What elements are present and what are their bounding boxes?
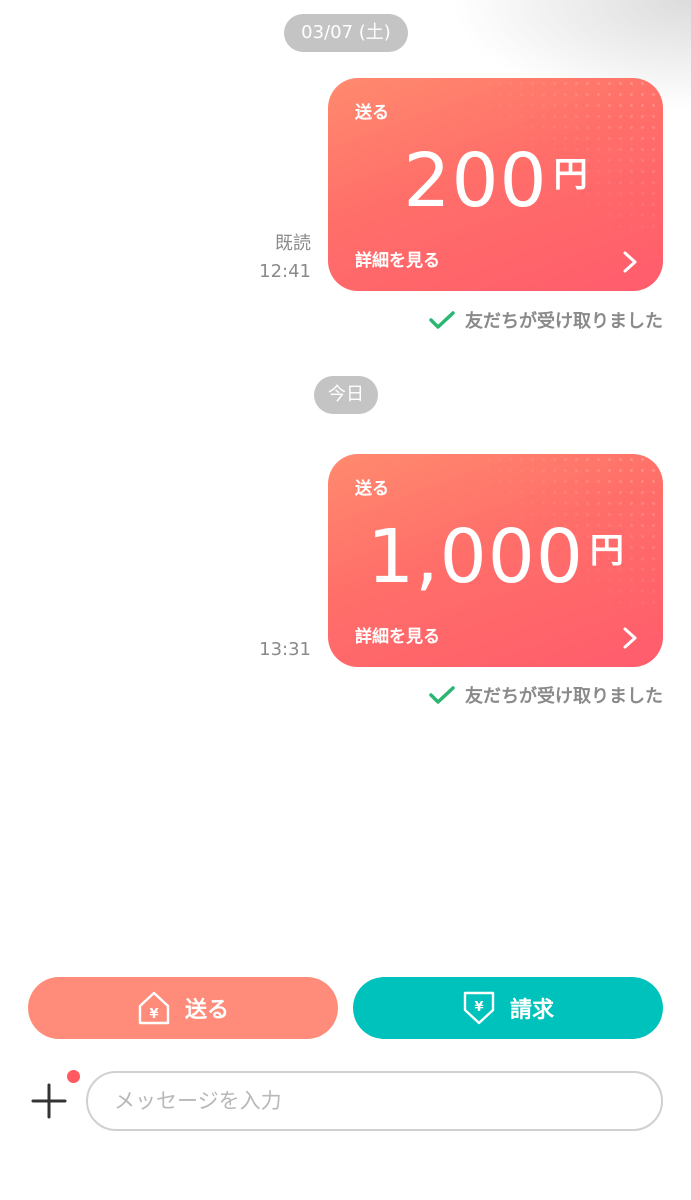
payment-card[interactable]: 送る 200 円 詳細を見る bbox=[328, 78, 663, 291]
card-type-label: 送る bbox=[355, 479, 389, 499]
payment-amount: 1,000 bbox=[367, 514, 584, 600]
attach-plus-button[interactable] bbox=[30, 1070, 80, 1120]
view-details-link[interactable]: 詳細を見る bbox=[355, 246, 440, 271]
message-meta: 13:31 bbox=[259, 636, 311, 664]
received-status: 友だちが受け取りました bbox=[429, 307, 663, 333]
request-button-label: 請求 bbox=[509, 998, 554, 1023]
send-button-label: 送る bbox=[184, 998, 229, 1023]
payment-card[interactable]: 送る 1,000 円 詳細を見る bbox=[328, 454, 663, 667]
date-separator: 03/07 (土) bbox=[284, 14, 408, 52]
check-icon bbox=[429, 686, 455, 704]
date-separator: 今日 bbox=[314, 376, 378, 414]
request-money-button[interactable]: ¥ 請求 bbox=[353, 977, 663, 1039]
message-input[interactable] bbox=[86, 1071, 663, 1131]
amount-row: 1,000 円 bbox=[328, 514, 663, 600]
received-status-text: 友だちが受け取りました bbox=[465, 686, 663, 707]
amount-row: 200 円 bbox=[328, 138, 663, 224]
message-meta: 既読 12:41 bbox=[259, 230, 311, 286]
read-receipt: 既読 bbox=[275, 233, 311, 254]
received-status: 友だちが受け取りました bbox=[429, 682, 663, 708]
currency-label: 円 bbox=[553, 154, 588, 195]
send-money-button[interactable]: ¥ 送る bbox=[28, 977, 338, 1039]
message-time: 12:41 bbox=[259, 261, 311, 282]
check-icon bbox=[429, 311, 455, 329]
notification-badge bbox=[67, 1070, 80, 1083]
plus-icon bbox=[31, 1083, 67, 1119]
received-status-text: 友だちが受け取りました bbox=[465, 311, 663, 332]
message-time: 13:31 bbox=[259, 639, 311, 660]
view-details-link[interactable]: 詳細を見る bbox=[355, 622, 440, 647]
chevron-right-icon bbox=[623, 251, 637, 273]
payment-amount: 200 bbox=[403, 138, 548, 224]
svg-text:¥: ¥ bbox=[149, 1007, 158, 1022]
card-type-label: 送る bbox=[355, 103, 389, 123]
chevron-right-icon bbox=[623, 627, 637, 649]
arrow-down-yen-icon: ¥ bbox=[463, 991, 495, 1025]
currency-label: 円 bbox=[589, 530, 624, 571]
svg-text:¥: ¥ bbox=[474, 1000, 483, 1015]
house-yen-icon: ¥ bbox=[138, 991, 170, 1025]
